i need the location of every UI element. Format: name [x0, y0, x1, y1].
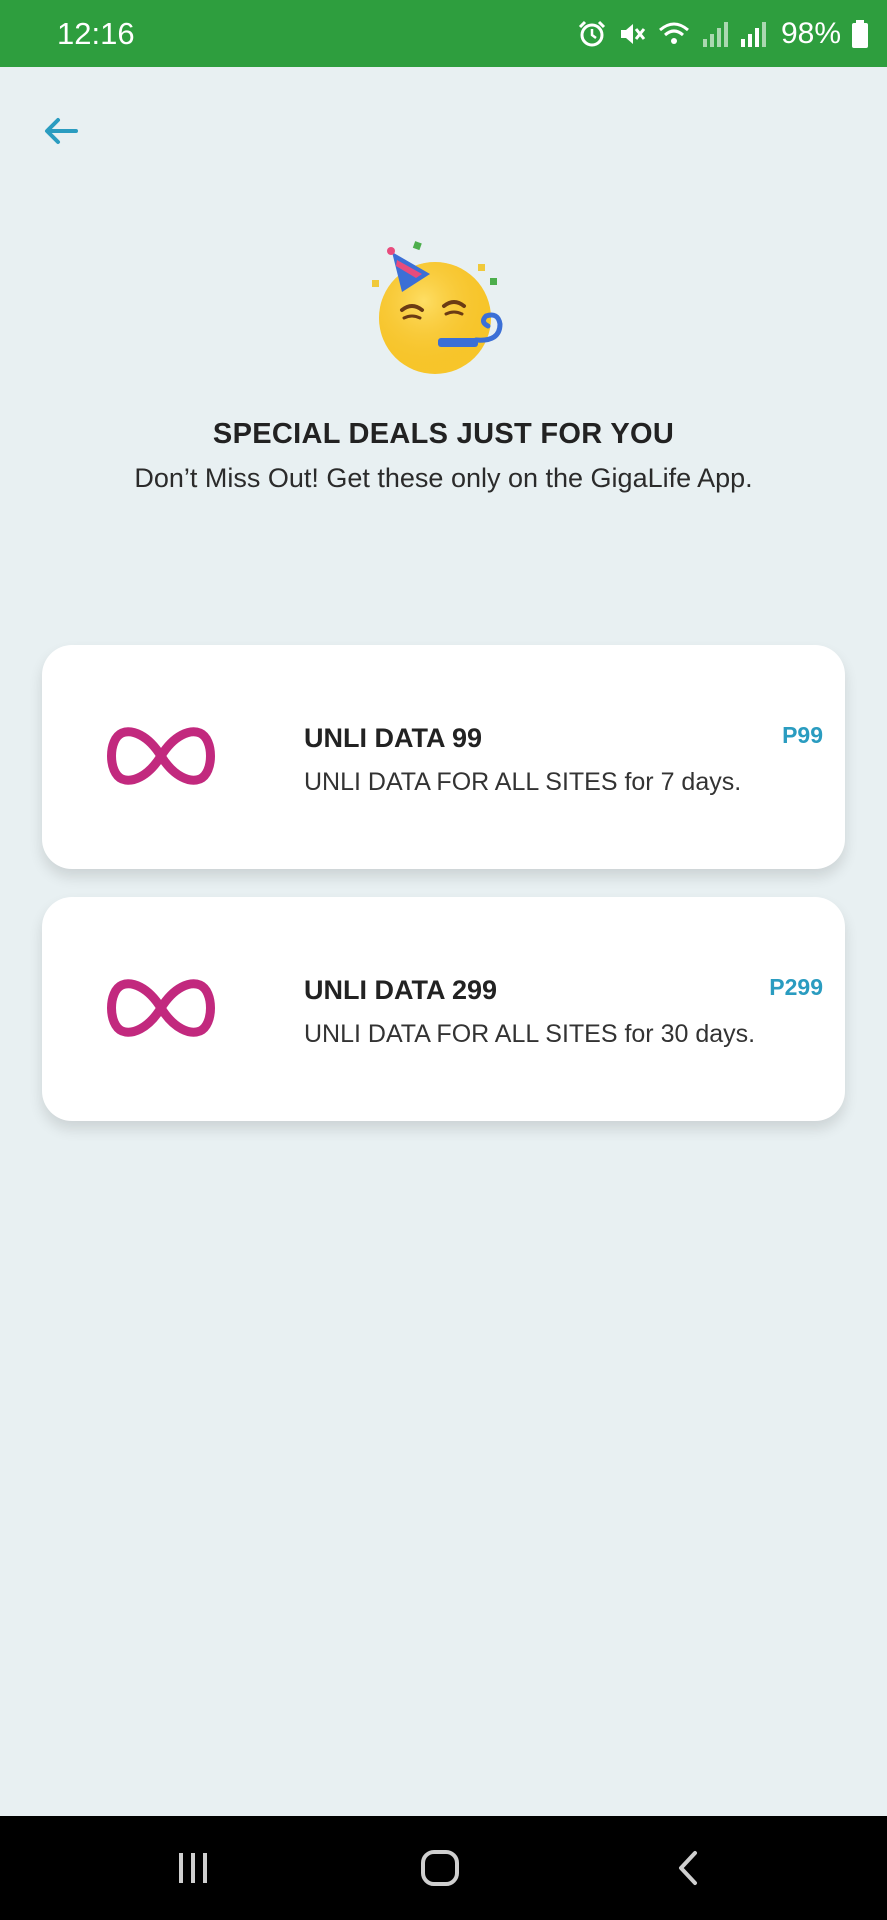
deal-name: UNLI DATA 99 [304, 723, 483, 753]
mute-icon [620, 24, 646, 44]
status-icons: 98% [577, 12, 869, 56]
home-button[interactable] [410, 1838, 470, 1898]
deal-card-unli-data-99[interactable]: UNLI DATA 99 UNLI DATA FOR ALL SITES for… [42, 645, 845, 869]
home-icon [421, 1850, 459, 1886]
status-bar: 12:16 98% [0, 0, 887, 67]
party-face-icon [372, 240, 514, 380]
deal-name: UNLI DATA 299 [304, 975, 498, 1005]
status-time: 12:16 [57, 16, 135, 51]
battery-percent: 98% [780, 17, 841, 50]
battery-icon [852, 20, 868, 48]
deal-description: UNLI DATA FOR ALL SITES for 30 days. [304, 1020, 756, 1048]
back-button[interactable] [38, 108, 84, 154]
deal-card-unli-data-299[interactable]: UNLI DATA 299 UNLI DATA FOR ALL SITES fo… [42, 897, 845, 1121]
promo-title: SPECIAL DEALS JUST FOR YOU [212, 418, 675, 450]
recent-apps-button[interactable] [163, 1838, 223, 1898]
signal-icon [702, 22, 728, 47]
deal-price: P299 [769, 974, 823, 1000]
infinity-icon [107, 979, 215, 1037]
signal-icon [740, 22, 766, 47]
promo-subtitle: Don’t Miss Out! Get these only on the Gi… [134, 463, 753, 493]
deal-description: UNLI DATA FOR ALL SITES for 7 days. [304, 768, 742, 796]
back-icon [679, 1851, 697, 1885]
wifi-icon [658, 22, 689, 44]
arrow-left-icon [45, 118, 78, 144]
navigation-bar [0, 1816, 887, 1920]
infinity-icon [107, 727, 215, 785]
recent-apps-icon [179, 1853, 207, 1883]
alarm-icon [578, 20, 606, 47]
deal-price: P99 [782, 722, 823, 748]
system-back-button[interactable] [658, 1838, 718, 1898]
